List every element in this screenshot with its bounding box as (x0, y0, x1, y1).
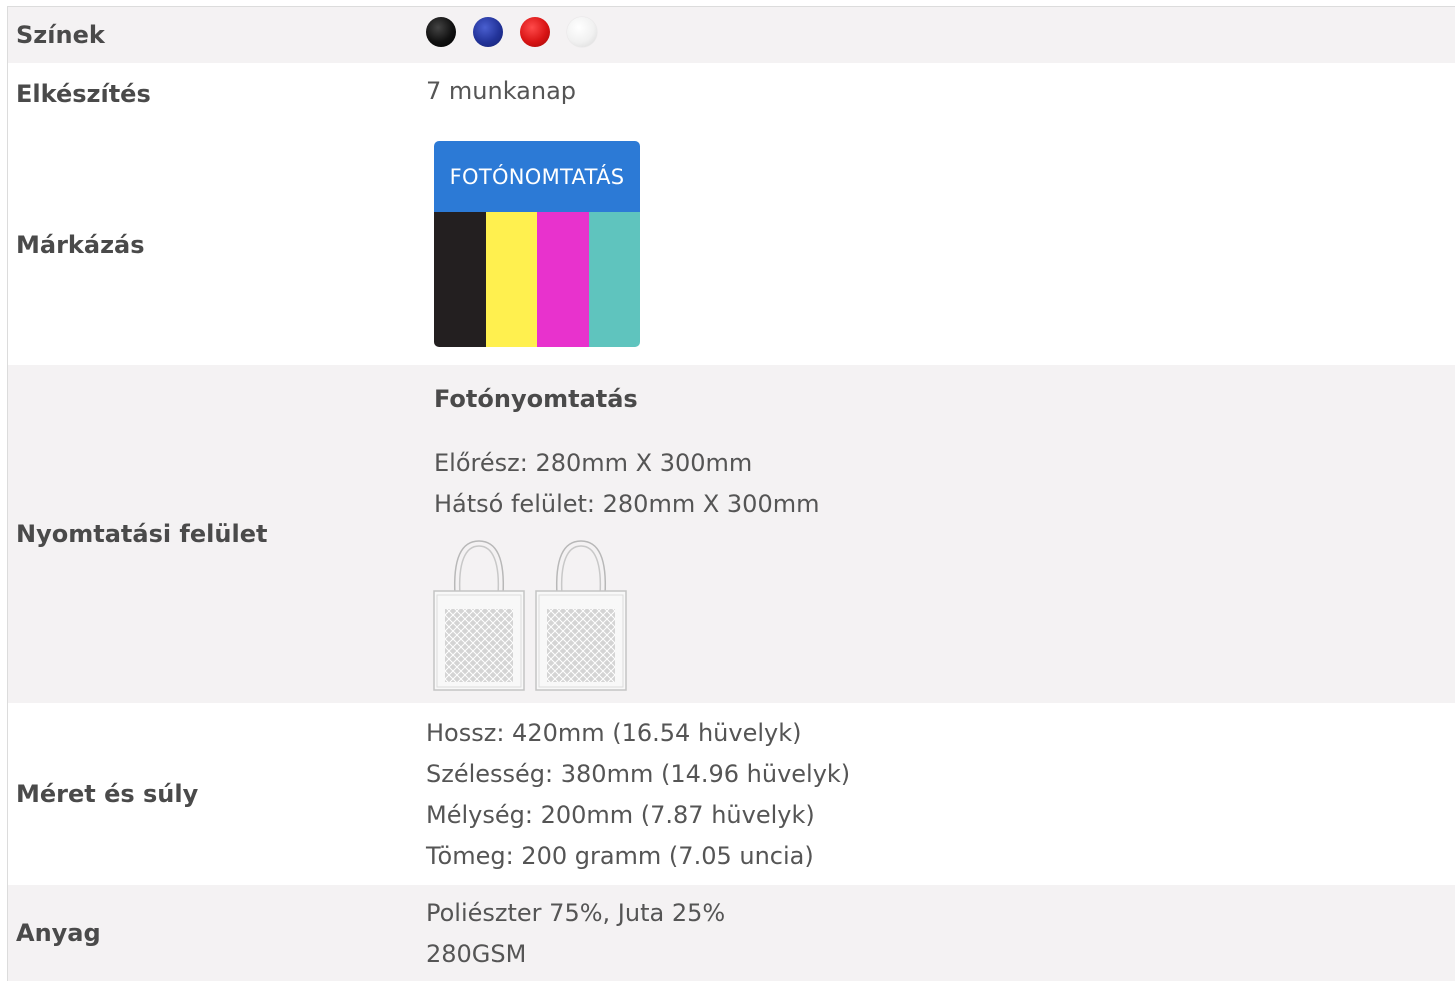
spec-row-preparation: Elkészítés 7 munkanap (8, 63, 1455, 125)
spec-value-material: Poliészter 75%, Juta 25% 280GSM (426, 885, 1455, 981)
spec-label-size-weight: Méret és súly (16, 780, 199, 808)
spec-value-size-weight: Hossz: 420mm (16.54 hüvelyk) Szélesség: … (426, 703, 1455, 885)
spec-label-preparation: Elkészítés (16, 80, 151, 108)
spec-row-branding: Márkázás FOTÓNOMTATÁS (8, 125, 1455, 365)
print-area-front: Előrész: 280mm X 300mm (434, 449, 753, 477)
color-swatches (426, 17, 597, 47)
size-width: Szélesség: 380mm (14.96 hüvelyk) (426, 760, 851, 788)
print-area-back: Hátsó felület: 280mm X 300mm (434, 490, 820, 518)
spec-value-preparation: 7 munkanap (426, 63, 1455, 125)
size-weight: Tömeg: 200 gramm (7.05 uncia) (426, 842, 814, 870)
material-lines: Poliészter 75%, Juta 25% 280GSM (426, 893, 725, 975)
size-depth: Mélység: 200mm (7.87 hüvelyk) (426, 801, 815, 829)
spec-row-size-weight: Méret és súly Hossz: 420mm (16.54 hüvely… (8, 703, 1455, 885)
cmyk-strip-cyan (588, 212, 640, 347)
spec-label-colors: Színek (16, 21, 105, 49)
tote-bag-back-icon (535, 540, 627, 691)
print-area-lines: Előrész: 280mm X 300mm Hátsó felület: 28… (434, 443, 819, 525)
spec-label-material: Anyag (16, 919, 101, 947)
color-swatch-navy[interactable] (473, 17, 503, 47)
color-swatch-white[interactable] (567, 17, 597, 47)
material-gsm: 280GSM (426, 940, 527, 968)
cmyk-strip-yellow (485, 212, 537, 347)
color-swatch-red[interactable] (520, 17, 550, 47)
photo-print-badge: FOTÓNOMTATÁS (434, 141, 640, 347)
spec-label-print-area: Nyomtatási felület (16, 520, 268, 548)
preparation-time: 7 munkanap (426, 77, 577, 105)
badge-title: FOTÓNOMTATÁS (434, 141, 640, 212)
cmyk-strip-black (434, 212, 486, 347)
spec-row-material: Anyag Poliészter 75%, Juta 25% 280GSM (8, 885, 1455, 981)
tote-bag-front-icon (433, 540, 525, 691)
cmyk-strips (434, 212, 640, 347)
size-weight-lines: Hossz: 420mm (16.54 hüvelyk) Szélesség: … (426, 713, 850, 877)
size-length: Hossz: 420mm (16.54 hüvelyk) (426, 719, 802, 747)
material-composition: Poliészter 75%, Juta 25% (426, 899, 726, 927)
spec-value-branding: FOTÓNOMTATÁS (426, 125, 1455, 365)
spec-row-colors: Színek (8, 7, 1455, 63)
spec-row-print-area: Nyomtatási felület Fotónyomtatás Előrész… (8, 365, 1455, 703)
spec-value-print-area: Fotónyomtatás Előrész: 280mm X 300mm Hát… (426, 365, 1455, 703)
spec-label-branding: Márkázás (16, 231, 145, 259)
cmyk-strip-magenta (537, 212, 589, 347)
spec-value-colors (426, 7, 1455, 63)
print-method-title: Fotónyomtatás (434, 385, 638, 413)
product-spec-table: Színek Elkészítés 7 munkanap Márkázás FO… (7, 6, 1455, 981)
print-area-diagrams (433, 539, 627, 691)
color-swatch-black[interactable] (426, 17, 456, 47)
